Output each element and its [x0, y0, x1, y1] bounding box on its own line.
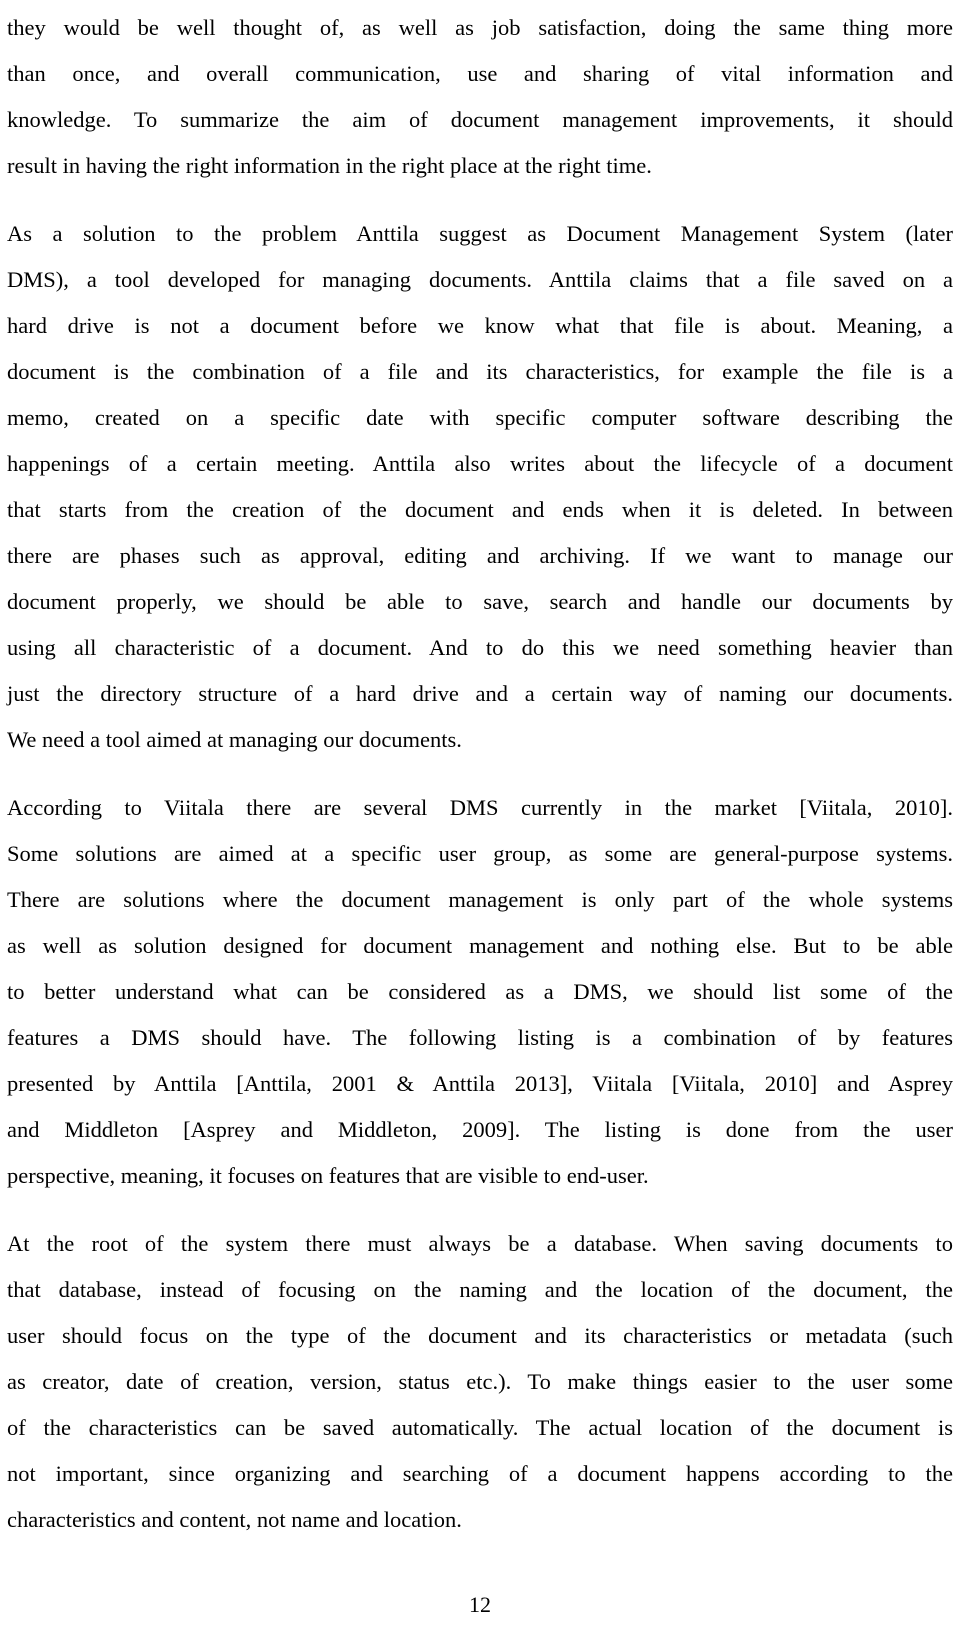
text-line: they would be well thought of, as well a…	[7, 15, 953, 40]
text-line: document is the combination of a file an…	[7, 359, 953, 384]
text-line: DMS), a tool developed for managing docu…	[7, 267, 953, 292]
paragraph: they would be well thought of, as well a…	[7, 5, 953, 189]
text-line: We need a tool aimed at managing our doc…	[7, 727, 462, 752]
text-line: happenings of a certain meeting. Anttila…	[7, 451, 953, 476]
page-number: 12	[469, 1592, 491, 1617]
text-line: knowledge. To summarize the aim of docum…	[7, 107, 953, 132]
text-line: hard drive is not a document before we k…	[7, 313, 953, 338]
paragraph: As a solution to the problem Anttila sug…	[7, 211, 953, 763]
text-line: There are solutions where the document m…	[7, 887, 953, 912]
text-line: as well as solution designed for documen…	[7, 933, 953, 958]
text-line: of the characteristics can be saved auto…	[7, 1415, 953, 1440]
text-line: result in having the right information i…	[7, 153, 652, 178]
paragraph: At the root of the system there must alw…	[7, 1221, 953, 1543]
text-line: memo, created on a specific date with sp…	[7, 405, 953, 430]
text-line: At the root of the system there must alw…	[7, 1231, 953, 1256]
text-line: presented by Anttila [Anttila, 2001 & An…	[7, 1071, 953, 1096]
text-line: that starts from the creation of the doc…	[7, 497, 953, 522]
text-line: As a solution to the problem Anttila sug…	[7, 221, 953, 246]
text-line: According to Viitala there are several D…	[7, 795, 953, 820]
text-line: perspective, meaning, it focuses on feat…	[7, 1163, 649, 1188]
text-line: document properly, we should be able to …	[7, 589, 953, 614]
paragraph: According to Viitala there are several D…	[7, 785, 953, 1199]
text-line: using all characteristic of a document. …	[7, 635, 953, 660]
text-line: features a DMS should have. The followin…	[7, 1025, 953, 1050]
text-line: to better understand what can be conside…	[7, 979, 953, 1004]
text-line: there are phases such as approval, editi…	[7, 543, 953, 568]
document-page: they would be well thought of, as well a…	[7, 7, 953, 1543]
text-line: characteristics and content, not name an…	[7, 1507, 462, 1532]
text-line: user should focus on the type of the doc…	[7, 1323, 953, 1348]
text-line: as creator, date of creation, version, s…	[7, 1369, 953, 1394]
text-line: than once, and overall communication, us…	[7, 61, 953, 86]
text-line: not important, since organizing and sear…	[7, 1461, 953, 1486]
text-line: Some solutions are aimed at a specific u…	[7, 841, 953, 866]
text-line: just the directory structure of a hard d…	[7, 681, 953, 706]
text-line: and Middleton [Asprey and Middleton, 200…	[7, 1117, 953, 1142]
text-line: that database, instead of focusing on th…	[7, 1277, 953, 1302]
